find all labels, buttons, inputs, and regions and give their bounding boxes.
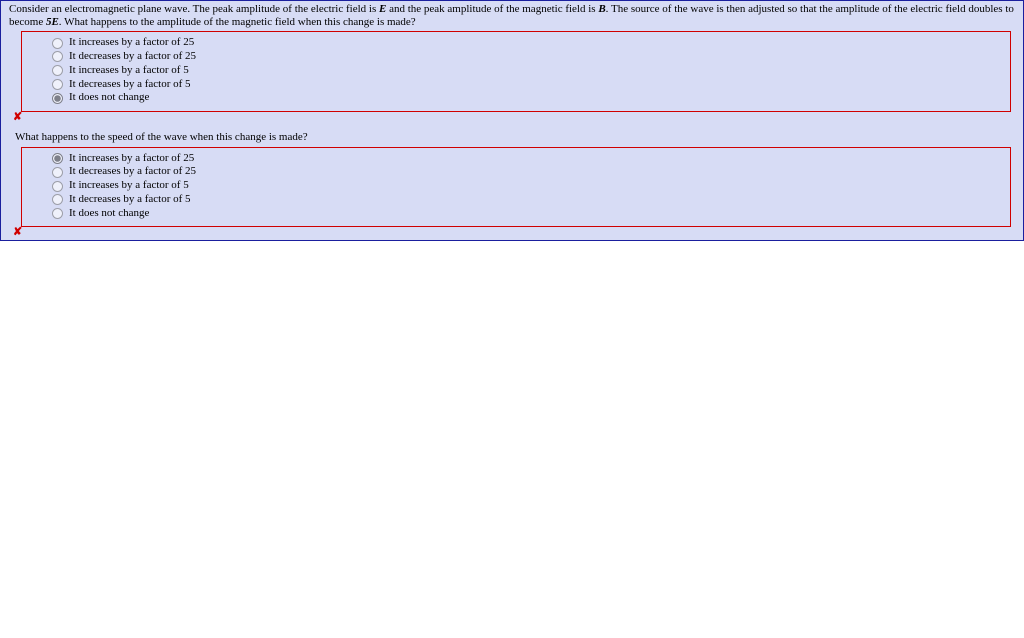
q1-option-label-3: It decreases by a factor of 5 <box>69 78 191 92</box>
quiz-body: Consider an electromagnetic plane wave. … <box>1 1 1023 238</box>
q2-option-0[interactable]: It increases by a factor of 25 <box>52 152 1006 166</box>
q1-prompt-part-b: and the peak amplitude of the magnetic f… <box>386 3 598 15</box>
q2-option-label-2: It increases by a factor of 5 <box>69 179 189 193</box>
q2-option-label-3: It decreases by a factor of 5 <box>69 193 191 207</box>
q1-option-2[interactable]: It increases by a factor of 5 <box>52 64 1006 78</box>
q1-symbol-B: B <box>598 3 605 15</box>
q1-radio-1[interactable] <box>52 51 63 62</box>
q2-option-3[interactable]: It decreases by a factor of 5 <box>52 193 1006 207</box>
q1-option-0[interactable]: It increases by a factor of 25 <box>52 36 1006 50</box>
q1-option-4[interactable]: It does not change <box>52 91 1006 105</box>
q2-option-label-4: It does not change <box>69 207 149 221</box>
q2-radio-4[interactable] <box>52 208 63 219</box>
q1-radio-2[interactable] <box>52 65 63 76</box>
quiz-page: Consider an electromagnetic plane wave. … <box>0 0 1024 241</box>
q2-option-label-0: It increases by a factor of 25 <box>69 152 194 166</box>
q2-option-4[interactable]: It does not change <box>52 207 1006 221</box>
q2-radio-0[interactable] <box>52 153 63 164</box>
question2-prompt: What happens to the speed of the wave wh… <box>7 129 1017 144</box>
q1-prompt-part-a: Consider an electromagnetic plane wave. … <box>9 3 379 15</box>
q1-option-1[interactable]: It decreases by a factor of 25 <box>52 50 1006 64</box>
q1-option-3[interactable]: It decreases by a factor of 5 <box>52 78 1006 92</box>
q1-option-label-4: It does not change <box>69 91 149 105</box>
q2-option-2[interactable]: It increases by a factor of 5 <box>52 179 1006 193</box>
q1-symbol-5E: 5E <box>46 16 59 28</box>
q1-option-label-2: It increases by a factor of 5 <box>69 64 189 78</box>
question1-prompt: Consider an electromagnetic plane wave. … <box>7 3 1017 28</box>
q2-option-label-1: It decreases by a factor of 25 <box>69 165 196 179</box>
q2-radio-3[interactable] <box>52 194 63 205</box>
q2-radio-1[interactable] <box>52 167 63 178</box>
q2-grade-mark: ✘ <box>13 227 1017 238</box>
q1-grade-mark: ✘ <box>13 112 1017 123</box>
q1-radio-3[interactable] <box>52 79 63 90</box>
q1-radio-4[interactable] <box>52 93 63 104</box>
q2-radio-2[interactable] <box>52 181 63 192</box>
q1-option-label-1: It decreases by a factor of 25 <box>69 50 196 64</box>
question2-answers: It increases by a factor of 25 It decrea… <box>21 147 1011 228</box>
question1-answers: It increases by a factor of 25 It decrea… <box>21 31 1011 112</box>
q1-radio-0[interactable] <box>52 38 63 49</box>
q1-option-label-0: It increases by a factor of 25 <box>69 36 194 50</box>
q1-prompt-part-d: . What happens to the amplitude of the m… <box>59 16 416 28</box>
q2-option-1[interactable]: It decreases by a factor of 25 <box>52 165 1006 179</box>
